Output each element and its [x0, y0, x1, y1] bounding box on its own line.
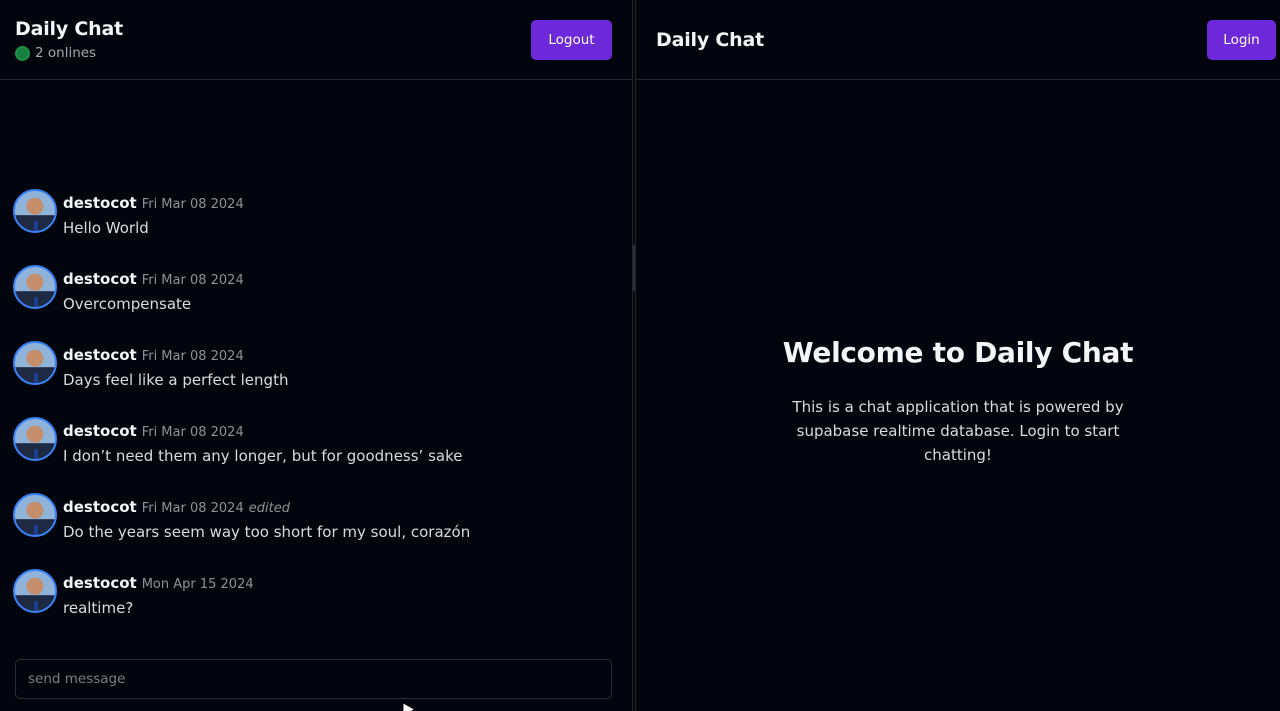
message-meta: destocot Fri Mar 08 2024 edited — [63, 498, 470, 516]
message-text: realtime? — [63, 599, 134, 617]
chat-panel-logged-in: Daily Chat 2 onlines Logout destocot Fri… — [0, 0, 632, 711]
message-date: Fri Mar 08 2024 — [141, 349, 244, 364]
message-item: destocot Fri Mar 08 2024 Days feel like … — [13, 341, 622, 417]
message-username: destocot — [63, 498, 137, 516]
online-count: 2 onlines — [35, 45, 97, 61]
message-item: destocot Fri Mar 08 2024 Overcompensate — [13, 265, 622, 341]
avatar-icon — [13, 569, 57, 613]
message-edited-badge: edited — [248, 501, 290, 516]
message-item: destocot Fri Mar 08 2024 edited Do the y… — [13, 493, 622, 569]
mouse-cursor-icon — [398, 700, 414, 711]
resize-handle[interactable] — [633, 245, 635, 291]
welcome-description: This is a chat application that is power… — [792, 398, 1124, 464]
message-body: destocot Fri Mar 08 2024 Days feel like … — [63, 341, 288, 417]
message-body: destocot Fri Mar 08 2024 edited Do the y… — [63, 493, 470, 569]
message-username: destocot — [63, 346, 137, 364]
message-username: destocot — [63, 270, 137, 288]
online-status: 2 onlines — [15, 45, 123, 61]
logout-button[interactable]: Logout — [531, 19, 612, 60]
message-username: destocot — [63, 574, 137, 592]
message-meta: destocot Fri Mar 08 2024 — [63, 346, 288, 364]
message-username: destocot — [63, 194, 137, 212]
message-text: Hello World — [63, 219, 149, 237]
message-date: Fri Mar 08 2024 — [141, 425, 244, 440]
chat-header: Daily Chat Login — [636, 0, 1280, 80]
message-body: destocot Fri Mar 08 2024 Hello World — [63, 189, 244, 265]
avatar-icon — [13, 265, 57, 309]
message-list: destocot Fri Mar 08 2024 Hello World des… — [13, 189, 622, 645]
login-button[interactable]: Login — [1207, 19, 1276, 60]
message-body: destocot Fri Mar 08 2024 I don’t need th… — [63, 417, 462, 493]
avatar-icon — [13, 341, 57, 385]
message-meta: destocot Fri Mar 08 2024 — [63, 422, 462, 440]
message-meta: destocot Fri Mar 08 2024 — [63, 194, 244, 212]
message-text: I don’t need them any longer, but for go… — [63, 447, 463, 465]
send-message-input[interactable] — [15, 659, 612, 699]
avatar-icon — [13, 189, 57, 233]
avatar-icon — [13, 417, 57, 461]
chat-panel-logged-out: Daily Chat Login Welcome to Daily Chat T… — [636, 0, 1280, 711]
message-text: Days feel like a perfect length — [63, 371, 289, 389]
header-titles: Daily Chat 2 onlines — [15, 18, 123, 61]
message-date: Fri Mar 08 2024 — [141, 273, 244, 288]
message-meta: destocot Fri Mar 08 2024 — [63, 270, 244, 288]
message-text: Do the years seem way too short for my s… — [63, 523, 471, 541]
message-meta: destocot Mon Apr 15 2024 — [63, 574, 254, 592]
chat-header: Daily Chat 2 onlines Logout — [0, 0, 632, 80]
welcome-section: Welcome to Daily Chat This is a chat app… — [636, 336, 1280, 467]
message-date: Fri Mar 08 2024 — [141, 501, 244, 516]
avatar-icon — [13, 493, 57, 537]
message-item: destocot Fri Mar 08 2024 I don’t need th… — [13, 417, 622, 493]
app-title: Daily Chat — [15, 18, 123, 40]
message-text: Overcompensate — [63, 295, 192, 313]
app-title: Daily Chat — [656, 28, 764, 51]
message-item: destocot Mon Apr 15 2024 realtime? — [13, 569, 622, 645]
message-date: Fri Mar 08 2024 — [141, 197, 244, 212]
app-root: Daily Chat 2 onlines Logout destocot Fri… — [0, 0, 1280, 711]
message-item: destocot Fri Mar 08 2024 Hello World — [13, 189, 622, 265]
message-body: destocot Mon Apr 15 2024 realtime? — [63, 569, 254, 645]
message-username: destocot — [63, 422, 137, 440]
message-date: Mon Apr 15 2024 — [141, 577, 254, 592]
online-dot-icon — [15, 45, 30, 61]
message-body: destocot Fri Mar 08 2024 Overcompensate — [63, 265, 244, 341]
welcome-title: Welcome to Daily Chat — [782, 336, 1134, 369]
